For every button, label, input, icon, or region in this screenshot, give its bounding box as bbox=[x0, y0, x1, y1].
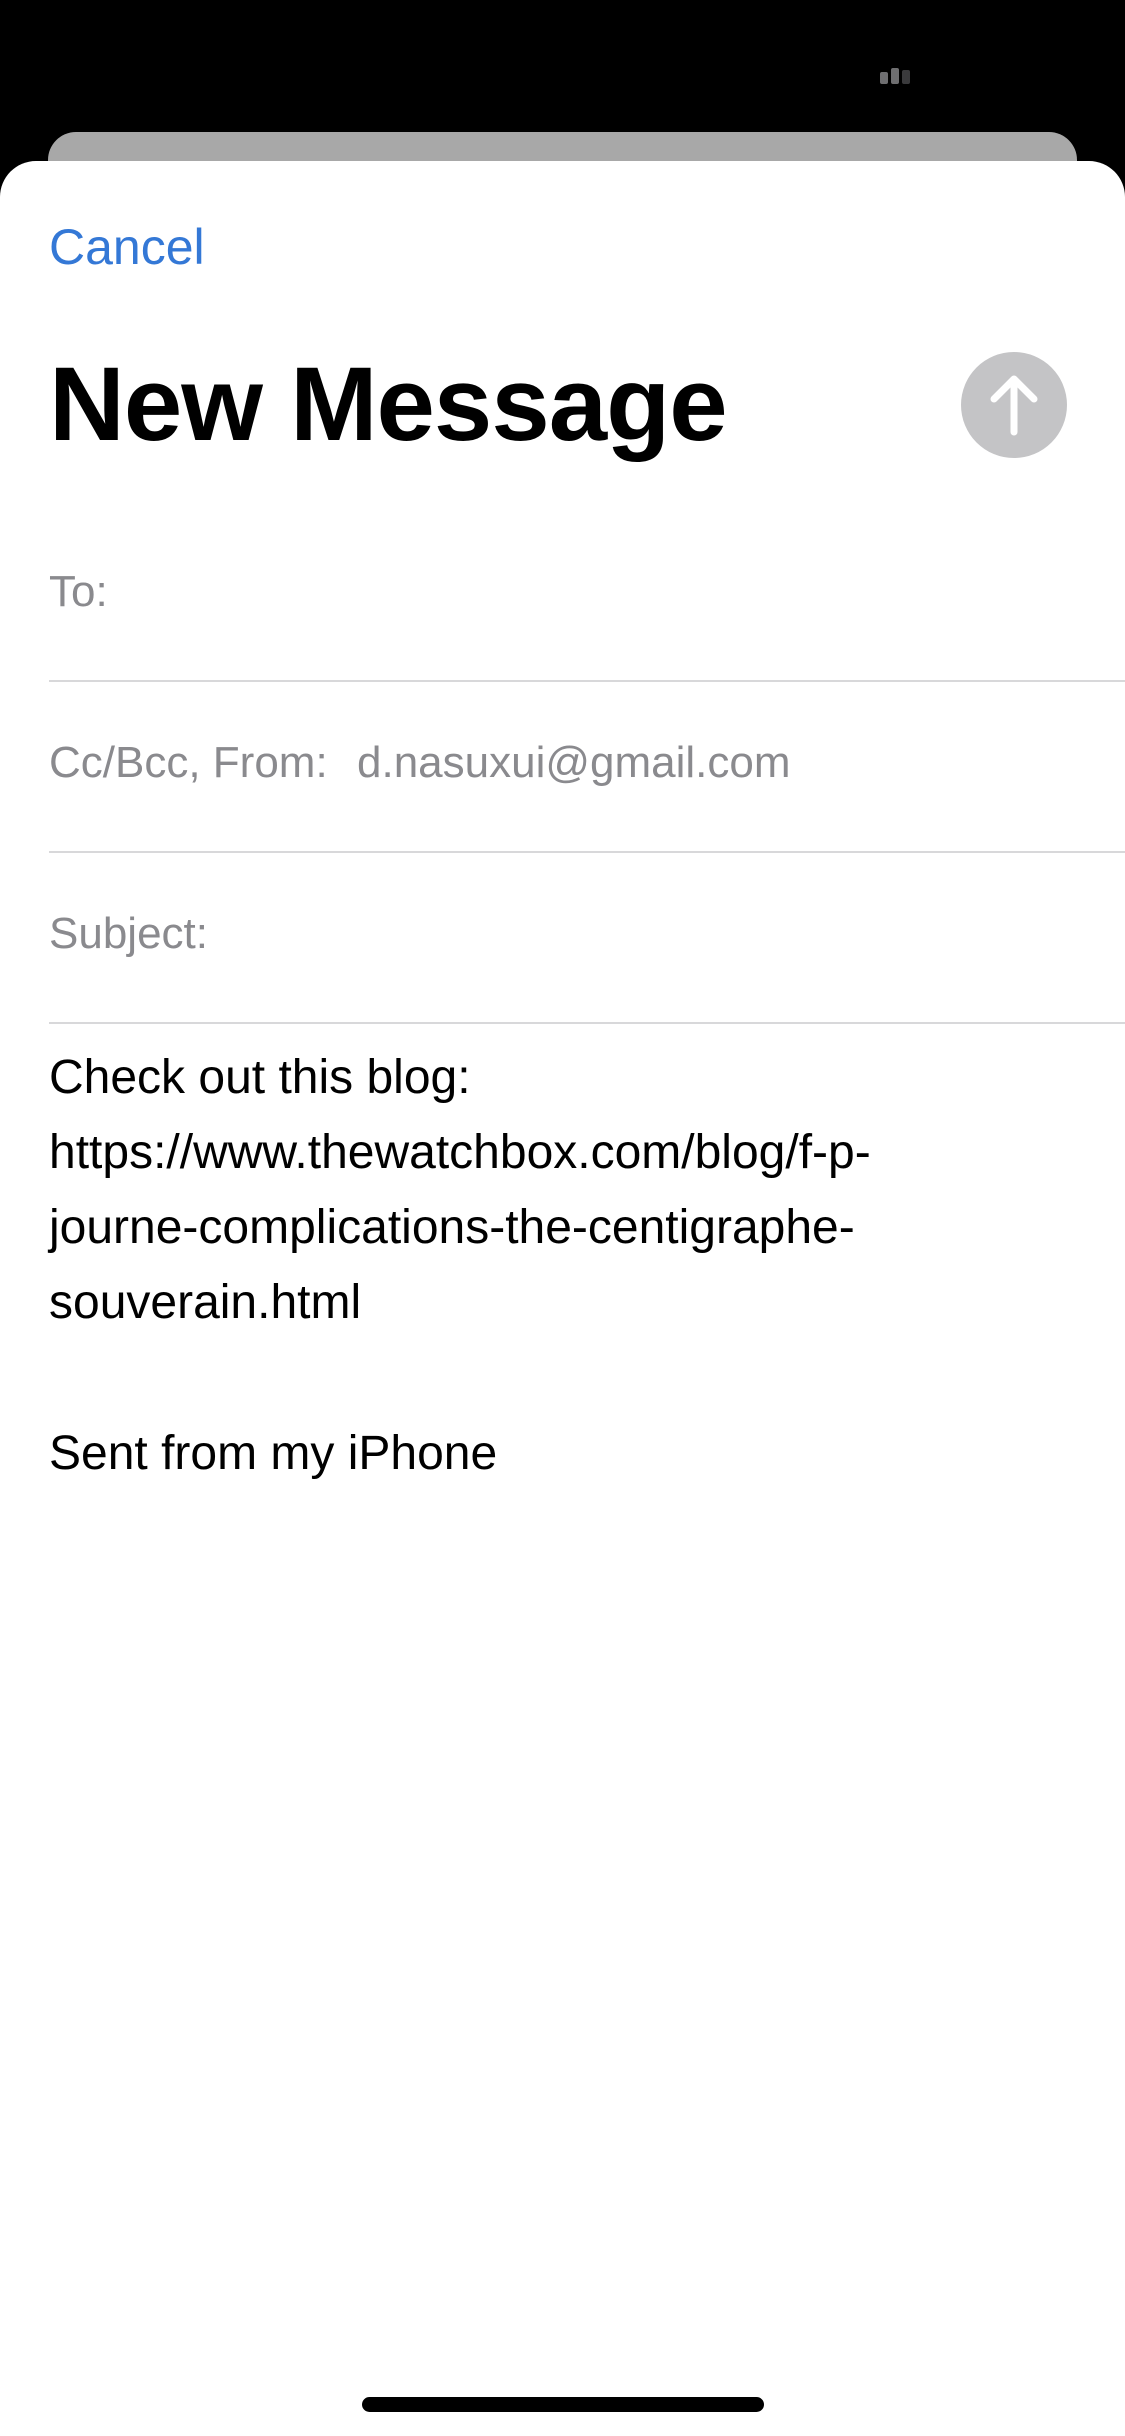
page-title: New Message bbox=[49, 346, 728, 463]
message-body[interactable]: Check out this blog: https://www.thewatc… bbox=[49, 1040, 1089, 1340]
to-field[interactable]: To: bbox=[49, 510, 1125, 682]
signal-icon bbox=[880, 68, 910, 84]
body-link-line[interactable]: souverain.html bbox=[49, 1265, 1089, 1340]
from-address[interactable]: d.nasuxui@gmail.com bbox=[357, 733, 791, 793]
send-button[interactable] bbox=[961, 352, 1067, 458]
body-link-line[interactable]: https://www.thewatchbox.com/blog/f-p- bbox=[49, 1115, 1089, 1190]
home-indicator[interactable] bbox=[362, 2397, 764, 2412]
cancel-button[interactable]: Cancel bbox=[49, 212, 205, 282]
ccbcc-from-field[interactable]: Cc/Bcc, From: d.nasuxui@gmail.com bbox=[49, 681, 1125, 853]
arrow-up-icon bbox=[990, 375, 1038, 436]
ccbcc-from-label: Cc/Bcc, From: bbox=[49, 738, 328, 787]
status-bar bbox=[0, 0, 1125, 130]
body-intro-text: Check out this blog: bbox=[49, 1051, 471, 1104]
signature-text: Sent from my iPhone bbox=[49, 1427, 498, 1480]
body-link-line[interactable]: journe-complications-the-centigraphe- bbox=[49, 1190, 1089, 1265]
to-label: To: bbox=[49, 567, 108, 616]
subject-field[interactable]: Subject: bbox=[49, 852, 1125, 1024]
subject-label: Subject: bbox=[49, 909, 208, 958]
